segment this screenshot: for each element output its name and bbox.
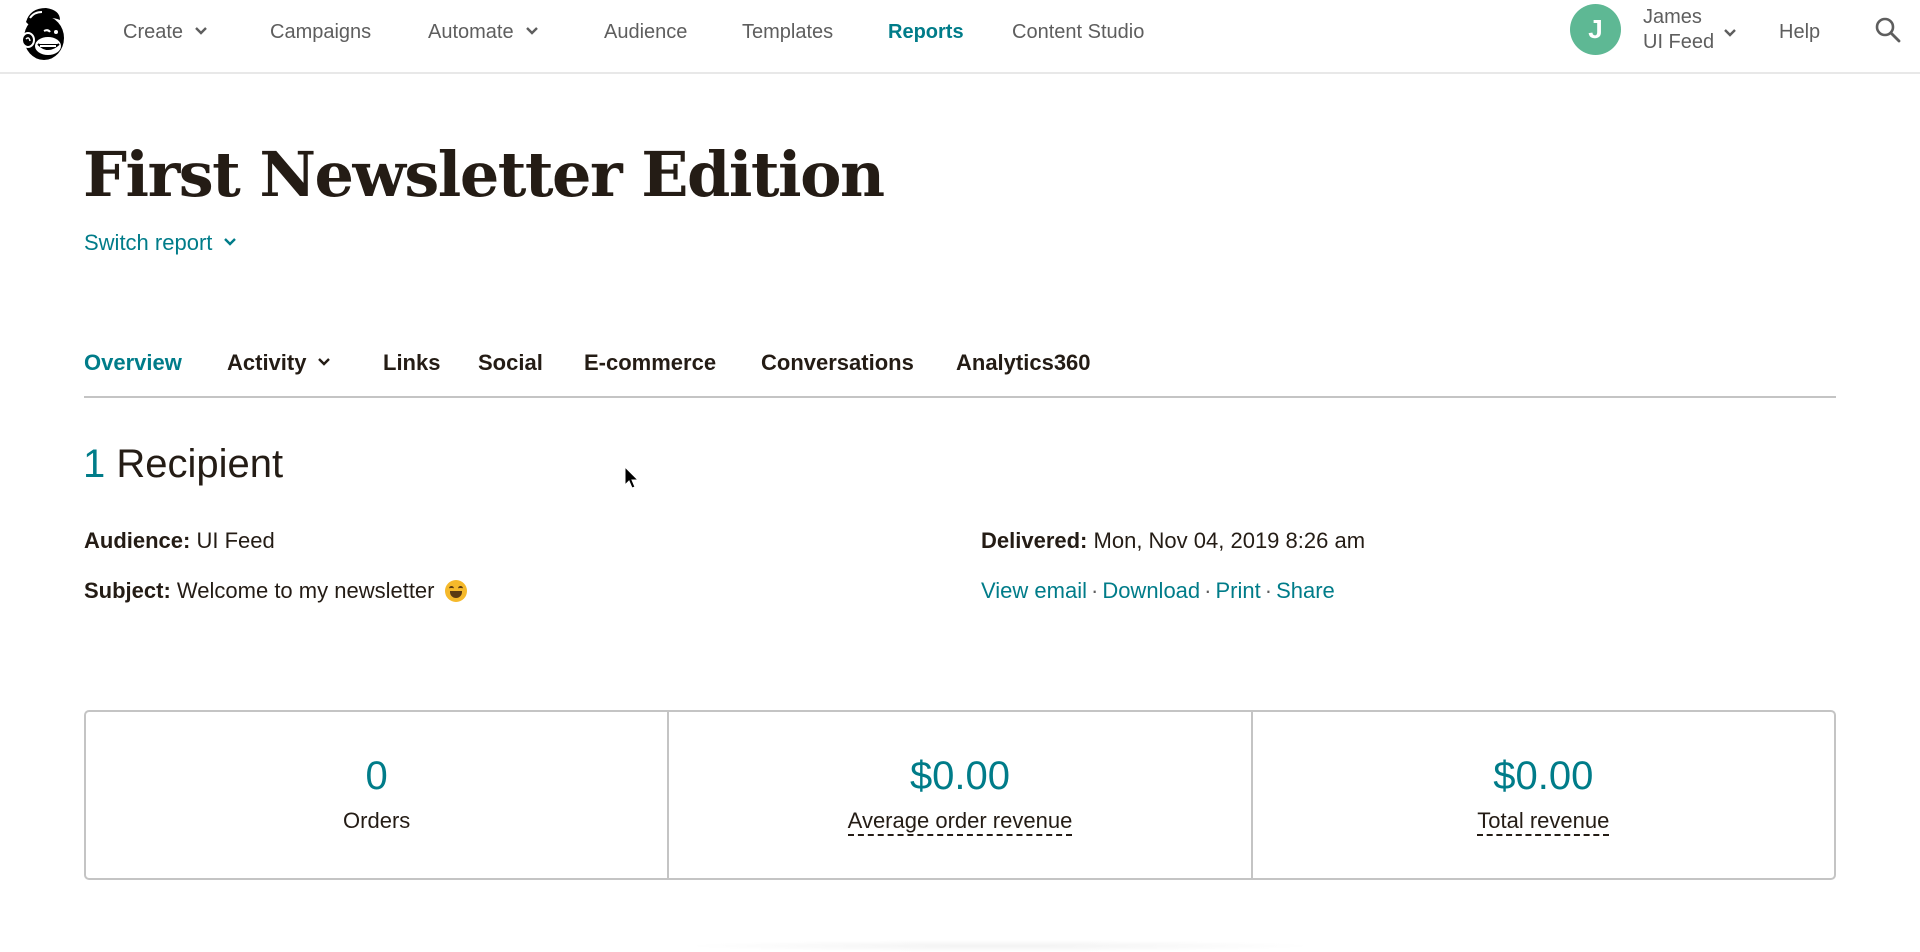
user-account: UI Feed [1643, 31, 1715, 53]
nav-content-studio[interactable]: Content Studio [1012, 0, 1144, 64]
separator: · [1090, 578, 1099, 603]
nav-audience-label: Audience [604, 21, 688, 43]
share-link[interactable]: Share [1276, 578, 1335, 603]
stat-total-revenue: $0.00 Total revenue [1250, 712, 1834, 878]
nav-automate-label: Automate [428, 21, 514, 43]
user-menu[interactable]: James UI Feed [1643, 5, 1714, 55]
subject-row: Subject: Welcome to my newsletter [84, 578, 467, 604]
delivered-label: Delivered: [981, 528, 1088, 553]
stat-total-revenue-value: $0.00 [1493, 754, 1594, 798]
audience-label: Audience: [84, 528, 191, 553]
stat-orders: 0 Orders [86, 712, 667, 878]
chevron-down-icon [525, 26, 538, 35]
tab-activity-label: Activity [227, 350, 307, 375]
recipient-count-heading: 1 Recipient [83, 442, 283, 487]
nav-campaigns-label: Campaigns [270, 21, 372, 43]
nav-reports[interactable]: Reports [888, 0, 964, 64]
nav-templates-label: Templates [742, 21, 834, 43]
tab-overview[interactable]: Overview [84, 350, 182, 376]
ecommerce-stats-panel: 0 Orders $0.00 Average order revenue $0.… [84, 710, 1836, 880]
user-name: James [1643, 6, 1702, 28]
report-actions: View email · Download · Print · Share [981, 578, 1335, 604]
separator: · [1264, 578, 1273, 603]
tab-social[interactable]: Social [478, 350, 543, 376]
top-navigation: Create Campaigns Automate Audience Templ… [0, 0, 1920, 74]
download-link[interactable]: Download [1102, 578, 1200, 603]
delivered-value: Mon, Nov 04, 2019 8:26 am [1093, 528, 1366, 553]
help-link[interactable]: Help [1779, 0, 1820, 64]
subject-label: Subject: [84, 578, 171, 603]
chevron-down-icon [195, 26, 207, 35]
user-menu-chevron-down-icon[interactable] [1724, 24, 1736, 42]
tab-ecommerce[interactable]: E-commerce [584, 350, 716, 376]
audience-row: Audience: UI Feed [84, 528, 275, 554]
page-title: First Newsletter Edition [83, 138, 885, 211]
tab-conversations[interactable]: Conversations [761, 350, 914, 376]
tab-analytics360[interactable]: Analytics360 [956, 350, 1091, 376]
stat-orders-label: Orders [343, 808, 411, 833]
stat-average-order-revenue-label-wrap: Average order revenue [669, 808, 1250, 836]
nav-content-studio-label: Content Studio [1012, 21, 1145, 43]
recipient-count: 1 [83, 442, 106, 486]
chevron-down-icon [318, 358, 331, 366]
separator: · [1204, 578, 1212, 603]
switch-report-dropdown[interactable]: Switch report [84, 230, 237, 256]
nav-create[interactable]: Create [123, 0, 207, 64]
recipient-label: Recipient [116, 442, 284, 486]
nav-campaigns[interactable]: Campaigns [270, 0, 371, 64]
report-tabs: Overview Activity Links Social E-commerc… [84, 340, 1836, 398]
stat-average-order-revenue-value: $0.00 [909, 754, 1011, 798]
audience-value: UI Feed [196, 528, 275, 553]
stat-orders-value: 0 [365, 754, 388, 798]
subject-value: Welcome to my newsletter [176, 578, 435, 603]
switch-report-label: Switch report [84, 230, 213, 255]
tab-links[interactable]: Links [383, 350, 440, 376]
view-email-link[interactable]: View email [981, 578, 1087, 603]
user-avatar[interactable]: J [1570, 4, 1621, 55]
mailchimp-logo-icon[interactable] [16, 4, 72, 64]
nav-reports-label: Reports [888, 21, 964, 43]
stat-total-revenue-tooltip-label[interactable]: Total revenue [1477, 808, 1610, 836]
nav-templates[interactable]: Templates [742, 0, 833, 64]
tab-activity[interactable]: Activity [227, 350, 331, 376]
nav-create-label: Create [123, 21, 184, 43]
nav-audience[interactable]: Audience [604, 0, 687, 64]
print-link[interactable]: Print [1215, 578, 1260, 603]
mouse-cursor-icon [624, 465, 640, 490]
bottom-shadow [680, 940, 1320, 952]
stat-average-order-revenue: $0.00 Average order revenue [667, 712, 1250, 878]
grinning-face-emoji-icon [444, 580, 467, 602]
nav-automate[interactable]: Automate [428, 0, 538, 64]
stat-total-revenue-label-wrap: Total revenue [1253, 808, 1834, 836]
delivered-row: Delivered: Mon, Nov 04, 2019 8:26 am [981, 528, 1365, 554]
stat-orders-label-wrap: Orders [86, 808, 667, 834]
search-icon[interactable] [1874, 16, 1902, 49]
stat-average-order-revenue-tooltip-label[interactable]: Average order revenue [847, 808, 1073, 836]
chevron-down-icon [224, 238, 237, 246]
